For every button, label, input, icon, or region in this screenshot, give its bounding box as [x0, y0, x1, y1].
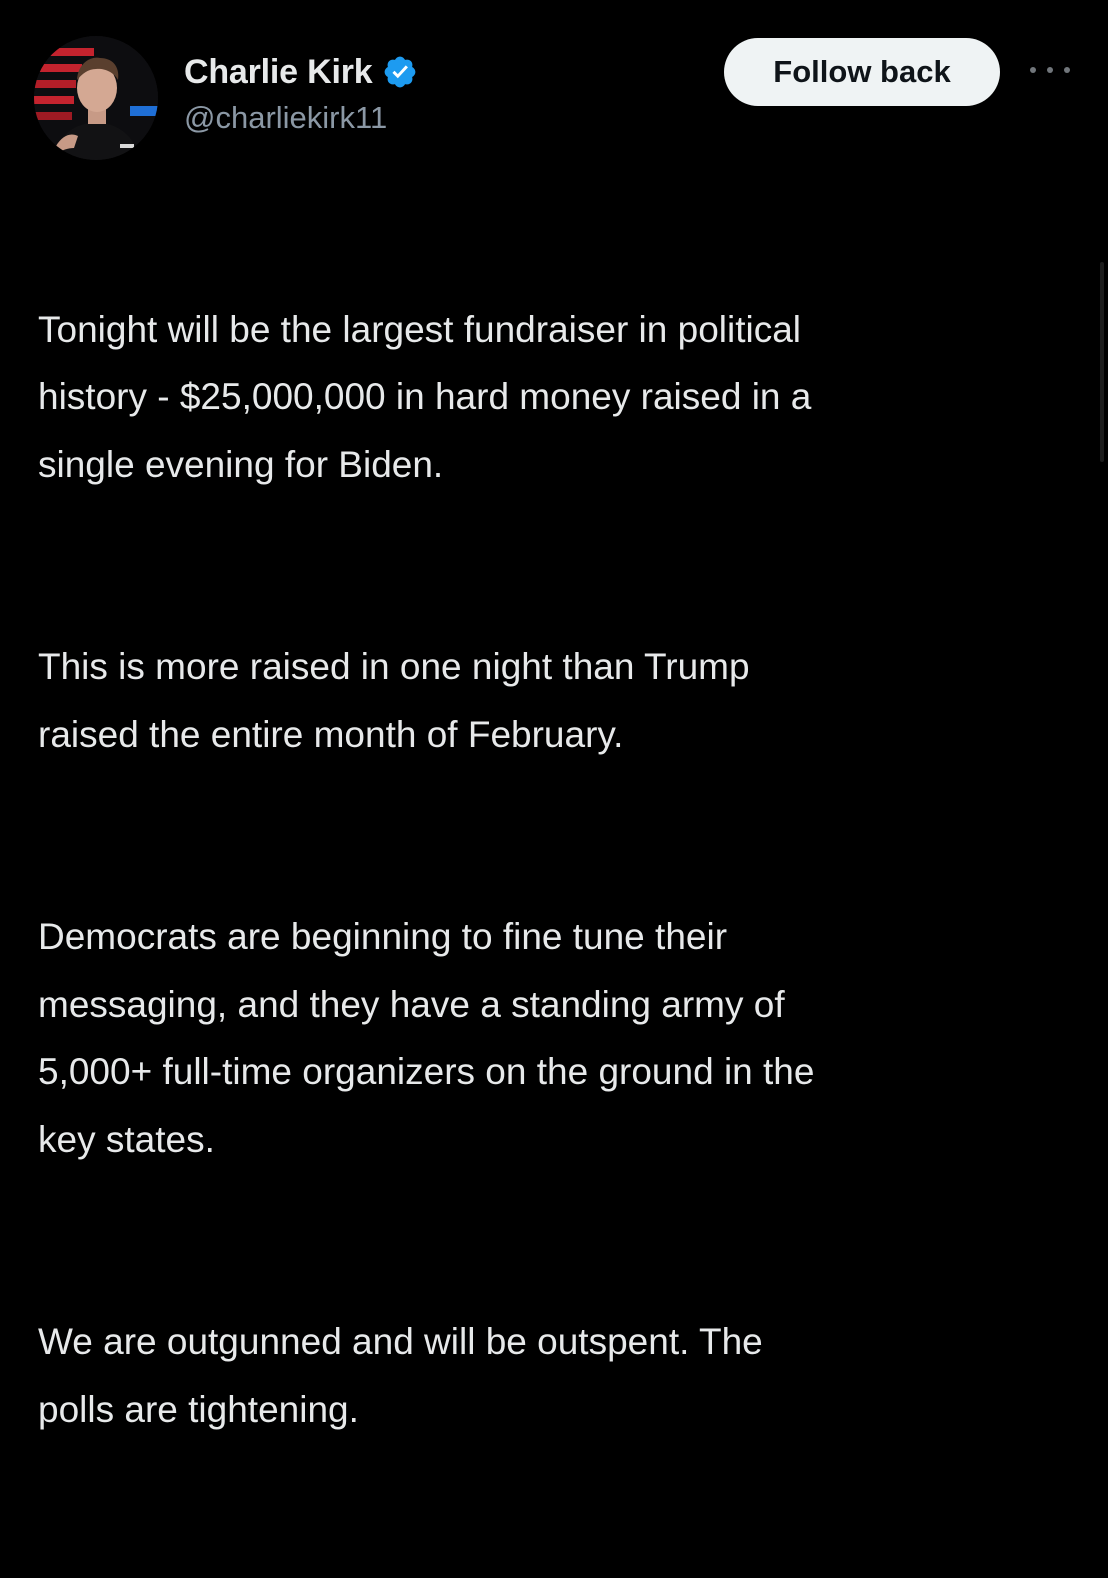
display-name[interactable]: Charlie Kirk	[184, 53, 373, 92]
more-dot	[1030, 67, 1036, 73]
more-horizontal-icon[interactable]	[1030, 58, 1070, 82]
tweet-paragraph: We are outgunned and will be outspent. T…	[38, 1321, 763, 1430]
tweet-paragraph: This is more raised in one night than Tr…	[38, 646, 750, 755]
verified-badge-icon	[382, 54, 418, 90]
avatar-image	[34, 36, 158, 160]
tweet-paragraph: Tonight will be the largest fundraiser i…	[38, 308, 812, 485]
more-dot	[1047, 67, 1053, 73]
more-dot	[1064, 67, 1070, 73]
tweet-text: Tonight will be the largest fundraiser i…	[38, 228, 1078, 1578]
scrollbar-thumb[interactable]	[1100, 262, 1104, 462]
author-handle[interactable]: @charliekirk11	[184, 100, 387, 136]
author-name-row[interactable]: Charlie Kirk	[184, 50, 418, 94]
tweet-card: Charlie Kirk @charliekirk11 Follow back …	[0, 0, 1108, 1430]
avatar[interactable]	[34, 36, 158, 160]
tweet-paragraph: Democrats are beginning to fine tune the…	[38, 916, 815, 1160]
follow-back-button[interactable]: Follow back	[724, 38, 1000, 106]
